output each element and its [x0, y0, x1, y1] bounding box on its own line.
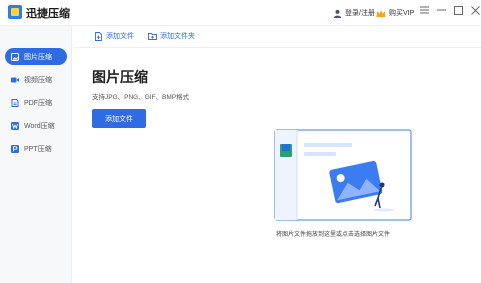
supported-formats-text: 支持JPG、PNG、GIF、BMP格式	[92, 94, 190, 101]
drop-zone-hint: 将图片文件拖放到这里或点击选择图片文件	[276, 232, 391, 238]
sidebar-item-word-compress[interactable]: Word压缩	[5, 117, 67, 134]
add-file-toolbar-button[interactable]: 添加文件	[94, 31, 134, 41]
sidebar-item-ppt-compress[interactable]: PPT压缩	[5, 140, 67, 157]
title-bar: 迅捷压缩 登录/注册 购买VIP	[0, 0, 481, 26]
add-folder-icon	[148, 32, 157, 40]
login-register-label: 登录/注册	[345, 10, 375, 17]
close-icon[interactable]	[469, 4, 481, 16]
ppt-icon	[11, 144, 19, 153]
sidebar: 图片压缩 视频压缩 PDF压缩 Word压缩 PPT压缩	[0, 26, 72, 283]
sidebar-item-image-compress[interactable]: 图片压缩	[5, 48, 67, 65]
add-file-button[interactable]: 添加文件	[92, 109, 146, 128]
add-file-toolbar-label: 添加文件	[106, 33, 134, 40]
window-controls	[418, 4, 481, 16]
sidebar-item-label: PDF压缩	[24, 99, 52, 107]
add-folder-toolbar-button[interactable]: 添加文件夹	[148, 31, 195, 41]
maximize-icon[interactable]	[452, 4, 464, 16]
crown-icon	[376, 9, 386, 17]
menu-icon[interactable]	[418, 4, 430, 16]
sidebar-item-label: PPT压缩	[24, 145, 52, 153]
user-icon	[333, 9, 342, 18]
app-title: 迅捷压缩	[26, 8, 70, 20]
word-icon	[11, 121, 19, 130]
toolbar: 添加文件 添加文件夹	[73, 26, 481, 48]
sidebar-item-pdf-compress[interactable]: PDF压缩	[5, 94, 67, 111]
sidebar-item-label: 图片压缩	[24, 53, 52, 61]
minimize-icon[interactable]	[435, 4, 447, 16]
app-logo-icon	[8, 5, 22, 19]
pdf-icon	[11, 98, 19, 107]
video-icon	[11, 76, 19, 84]
sidebar-item-video-compress[interactable]: 视频压缩	[5, 71, 67, 88]
drop-zone-illustration[interactable]	[274, 128, 414, 223]
buy-vip-button[interactable]: 购买VIP	[376, 6, 414, 20]
add-file-icon	[95, 31, 102, 41]
login-register-button[interactable]: 登录/注册	[333, 6, 375, 20]
sidebar-item-label: Word压缩	[24, 122, 55, 130]
add-folder-toolbar-label: 添加文件夹	[160, 33, 195, 40]
sidebar-item-label: 视频压缩	[24, 76, 52, 84]
image-icon	[11, 52, 19, 61]
buy-vip-label: 购买VIP	[389, 10, 415, 17]
page-title: 图片压缩	[92, 69, 148, 85]
